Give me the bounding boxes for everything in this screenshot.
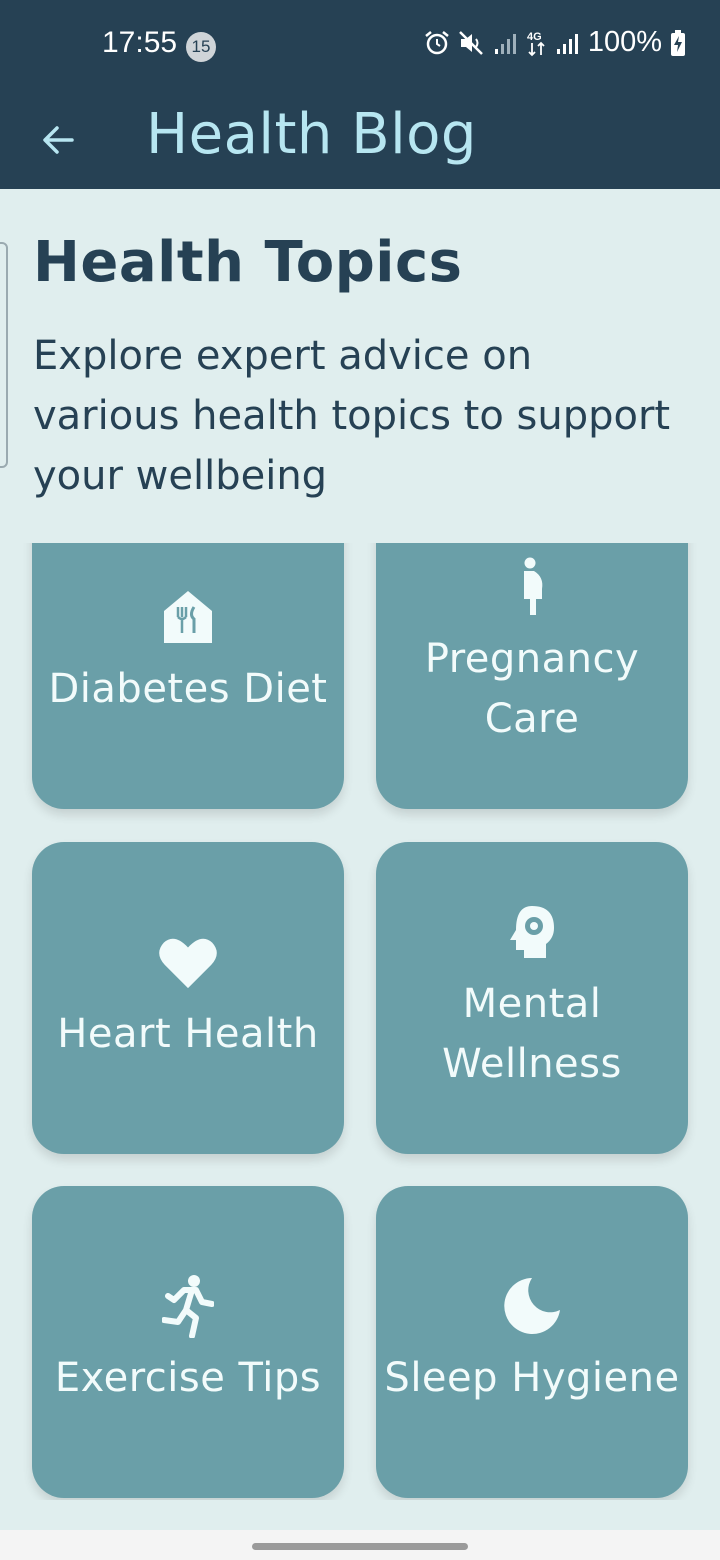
- topic-label: Heart Health: [57, 1011, 319, 1057]
- app-title: Health Blog: [146, 102, 477, 167]
- status-icons: 4G 100%: [424, 26, 686, 59]
- signal-icon: [556, 33, 578, 54]
- topic-label: Diabetes Diet: [48, 666, 328, 712]
- battery-charging-icon: [671, 29, 685, 56]
- status-time: 17:55: [102, 26, 178, 59]
- heart-icon: [158, 932, 218, 992]
- pregnant-woman-icon: [502, 557, 562, 617]
- scroll-indicator: [0, 242, 8, 468]
- home-handle[interactable]: [252, 1543, 468, 1550]
- restaurant-icon: [158, 587, 218, 647]
- topic-card-diabetes-diet[interactable]: Diabetes Diet: [32, 543, 344, 809]
- topic-label: Mental Wellness: [442, 981, 622, 1087]
- mute-icon: [458, 30, 483, 55]
- arrow-left-icon: [43, 126, 74, 154]
- running-icon: [158, 1275, 218, 1338]
- battery-percent: 100%: [587, 26, 662, 58]
- topic-label: Pregnancy Care: [424, 636, 640, 742]
- signal-icon: [494, 33, 516, 54]
- topics-grid: Diabetes Diet Pregnancy Care Heart Healt…: [0, 543, 720, 1500]
- svg-text:4G: 4G: [527, 31, 542, 43]
- psychology-icon: [502, 902, 562, 962]
- topic-card-mental-wellness[interactable]: Mental Wellness: [376, 842, 688, 1154]
- topic-label: Sleep Hygiene: [384, 1355, 680, 1401]
- topic-label: Exercise Tips: [54, 1355, 322, 1401]
- system-navigation-bar: [0, 1530, 720, 1560]
- topic-card-heart-health[interactable]: Heart Health: [32, 842, 344, 1154]
- status-bar: 17:55 15 4G 100%: [0, 0, 720, 92]
- notification-count-badge: 15: [186, 32, 216, 62]
- moon-icon: [502, 1276, 562, 1336]
- back-button[interactable]: [30, 112, 86, 168]
- topic-card-exercise-tips[interactable]: Exercise Tips: [32, 1186, 344, 1498]
- app-bar: Health Blog: [0, 92, 720, 189]
- topic-card-pregnancy-care[interactable]: Pregnancy Care: [376, 543, 688, 809]
- page-heading: Health Topics: [33, 230, 463, 295]
- topic-card-sleep-hygiene[interactable]: Sleep Hygiene: [376, 1186, 688, 1498]
- alarm-icon: [425, 30, 449, 54]
- page-description: Explore expert advice on various health …: [33, 333, 671, 499]
- 4g-data-icon: 4G: [527, 31, 545, 56]
